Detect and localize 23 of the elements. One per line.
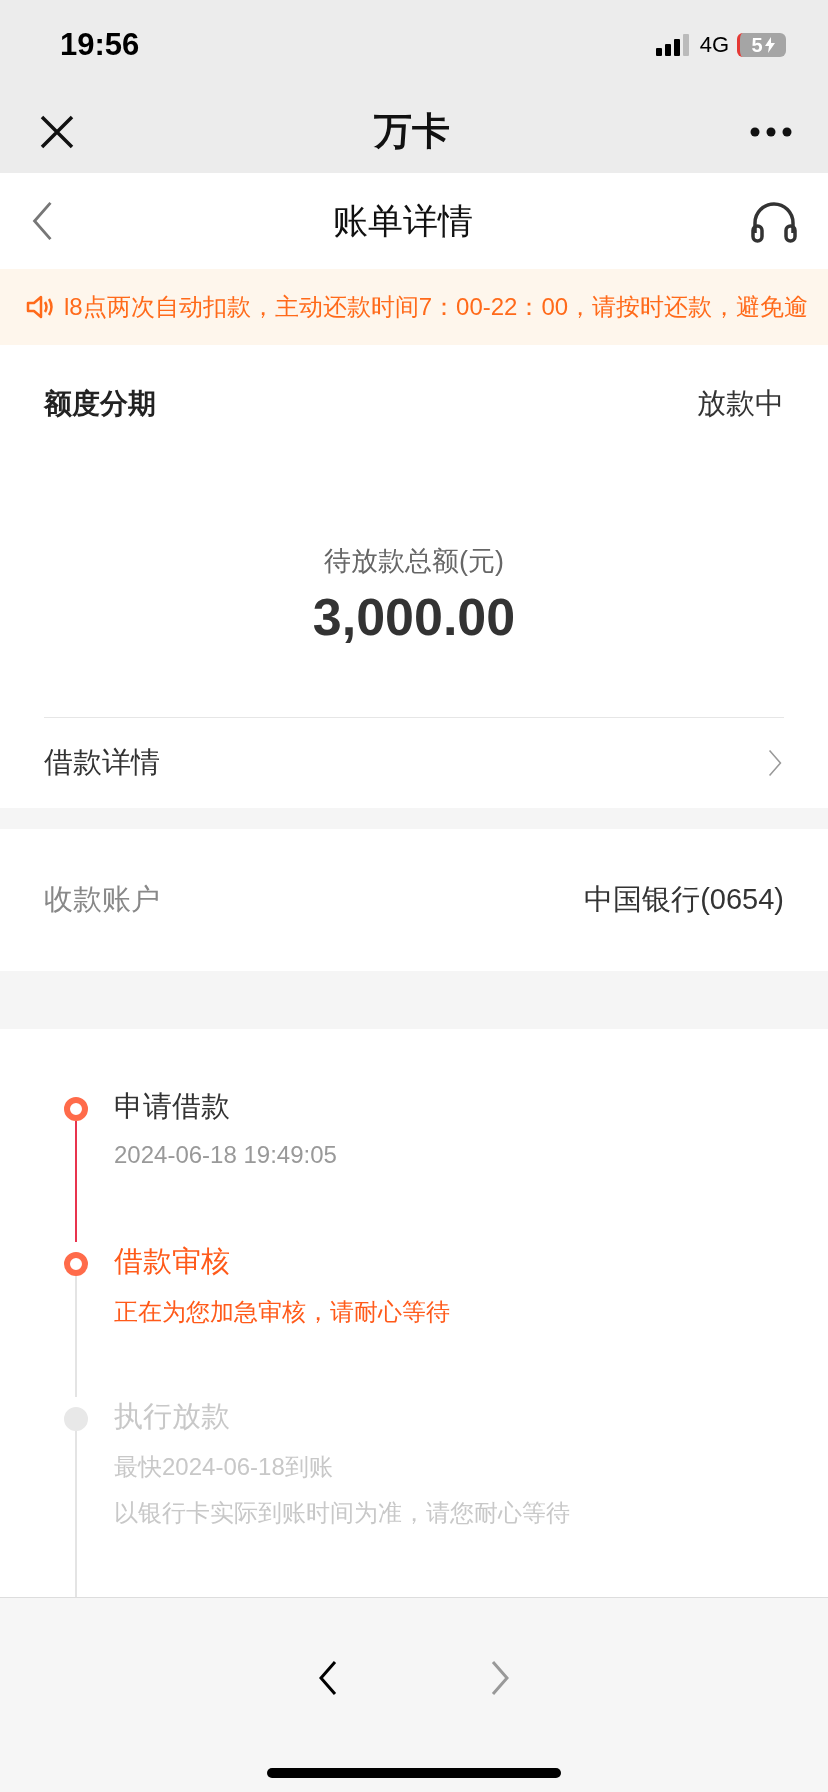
notice-text: l8点两次自动扣款，主动还款时间7：00-22：00，请按时还款，避免逾 — [64, 292, 809, 323]
chevron-icon — [766, 748, 784, 777]
step-title: 申请借款 — [114, 1088, 231, 1124]
step-detail: 2024-06-18 19:49:05 — [114, 1140, 337, 1169]
battery-indicator: 5 — [737, 33, 786, 58]
loan-status: 放款中 — [697, 385, 784, 421]
amount-value: 3,000.00 — [312, 586, 516, 647]
status-time: 19:56 — [60, 27, 140, 64]
network-label: 4G — [699, 32, 729, 59]
close-button[interactable] — [40, 114, 74, 149]
speaker-icon — [26, 294, 56, 321]
more-button[interactable] — [750, 126, 792, 137]
headset-icon[interactable] — [750, 199, 798, 244]
account-value: 中国银行(0654) — [584, 881, 784, 917]
app-title: 万卡 — [374, 109, 450, 155]
amount-label: 待放款总额(元) — [324, 544, 504, 578]
page-title: 账单详情 — [332, 199, 473, 242]
loan-details-link[interactable]: 借款详情 — [44, 717, 784, 808]
account-label: 收款账户 — [44, 881, 160, 917]
step-detail: 正在为您加急审核，请耐心等待 — [114, 1296, 450, 1327]
signal-icon — [655, 34, 692, 57]
loan-type: 额度分期 — [44, 386, 156, 421]
step-title: 借款审核 — [114, 1243, 231, 1279]
